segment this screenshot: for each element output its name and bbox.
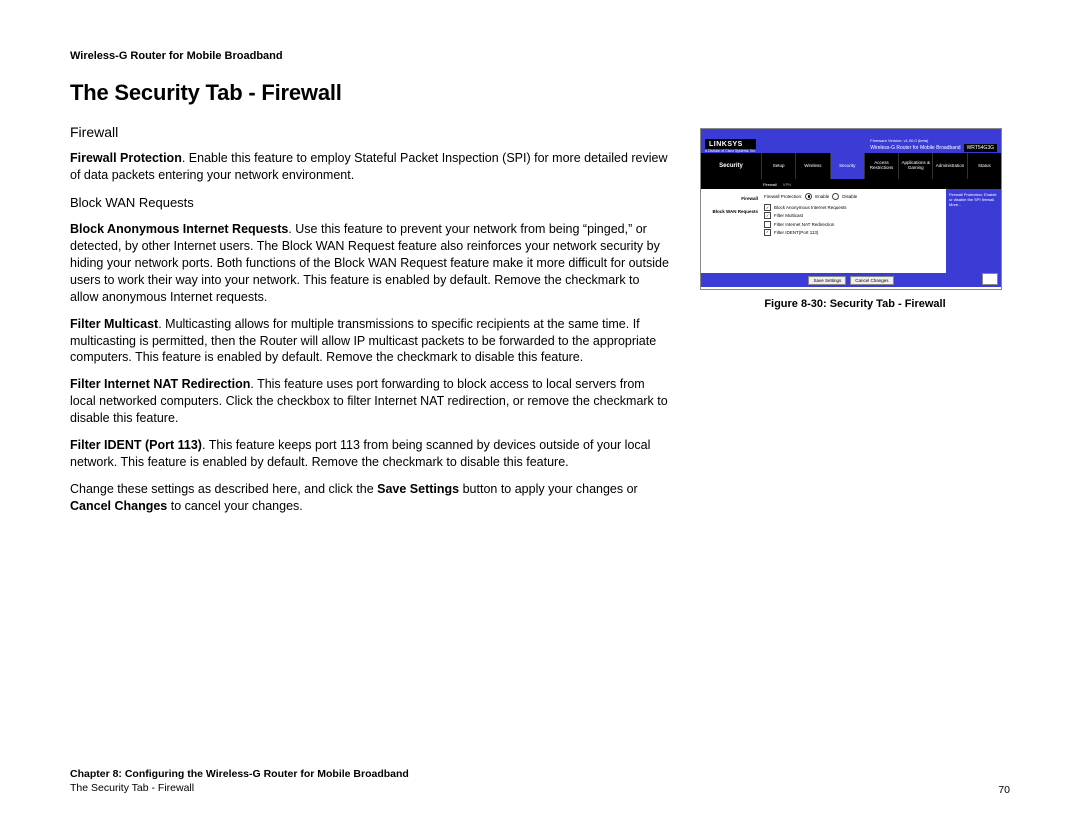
tab-administration[interactable]: Administration	[932, 153, 966, 179]
help-sidebar: Firewall Protection: Enable or disable t…	[946, 189, 1001, 273]
footer-subline: The Security Tab - Firewall	[70, 781, 409, 796]
form-area: Firewall Protection: Enable Disable ✓Blo…	[761, 189, 946, 273]
checkbox-block-anonymous[interactable]: ✓	[764, 204, 771, 211]
para-firewall-protection: Firewall Protection. Enable this feature…	[70, 150, 670, 184]
tab-wireless[interactable]: Wireless	[795, 153, 829, 179]
section-heading-firewall: Firewall	[70, 124, 670, 140]
figure-column: LINKSYS A Division of Cisco Systems, Inc…	[700, 128, 1010, 310]
figure-caption: Figure 8-30: Security Tab - Firewall	[700, 298, 1010, 310]
tab-security[interactable]: Security	[830, 153, 864, 179]
para-filter-multicast: Filter Multicast. Multicasting allows fo…	[70, 316, 670, 367]
subsection-block-wan: Block WAN Requests	[70, 194, 670, 212]
para-filter-nat: Filter Internet NAT Redirection. This fe…	[70, 376, 670, 427]
model-number: WRT54G3G	[964, 144, 997, 152]
checkbox-filter-nat[interactable]	[764, 221, 771, 228]
radio-disable[interactable]	[832, 193, 839, 200]
subtab-firewall[interactable]: Firewall	[763, 182, 777, 187]
subtab-vpn[interactable]: VPN	[783, 182, 791, 187]
page-footer: Chapter 8: Configuring the Wireless-G Ro…	[70, 767, 1010, 796]
page-title: The Security Tab - Firewall	[70, 80, 1010, 106]
tab-applications-gaming[interactable]: Applications & Gaming	[898, 153, 932, 179]
cisco-logo	[982, 273, 998, 285]
save-settings-button[interactable]: Save Settings	[808, 276, 846, 285]
firewall-protection-label: Firewall Protection:	[764, 193, 802, 200]
firmware-version: Firmware Version: v1.00.0 (beta)	[870, 136, 928, 143]
para-save-changes: Change these settings as described here,…	[70, 481, 670, 515]
tab-bar: Setup Wireless Security Access Restricti…	[761, 153, 1001, 179]
running-header: Wireless-G Router for Mobile Broadband	[70, 50, 1010, 62]
product-name: Wireless-G Router for Mobile Broadband	[870, 145, 960, 151]
main-text-column: Firewall Firewall Protection. Enable thi…	[70, 124, 670, 524]
nav-title: Security	[701, 153, 761, 179]
tab-access-restrictions[interactable]: Access Restrictions	[864, 153, 898, 179]
cancel-changes-button[interactable]: Cancel Changes	[850, 276, 893, 285]
para-filter-ident: Filter IDENT (Port 113). This feature ke…	[70, 437, 670, 471]
checkbox-filter-ident[interactable]: ✓	[764, 229, 771, 236]
tab-status[interactable]: Status	[967, 153, 1001, 179]
radio-enable[interactable]	[805, 193, 812, 200]
para-block-anonymous: Block Anonymous Internet Requests. Use t…	[70, 221, 670, 305]
figure-screenshot: LINKSYS A Division of Cisco Systems, Inc…	[700, 128, 1002, 290]
checkbox-filter-multicast[interactable]: ✓	[764, 212, 771, 219]
footer-chapter: Chapter 8: Configuring the Wireless-G Ro…	[70, 767, 409, 782]
side-labels: Firewall Block WAN Requests	[701, 189, 761, 273]
page-number: 70	[998, 784, 1010, 796]
brand-logo: LINKSYS	[705, 139, 756, 149]
tab-setup[interactable]: Setup	[761, 153, 795, 179]
